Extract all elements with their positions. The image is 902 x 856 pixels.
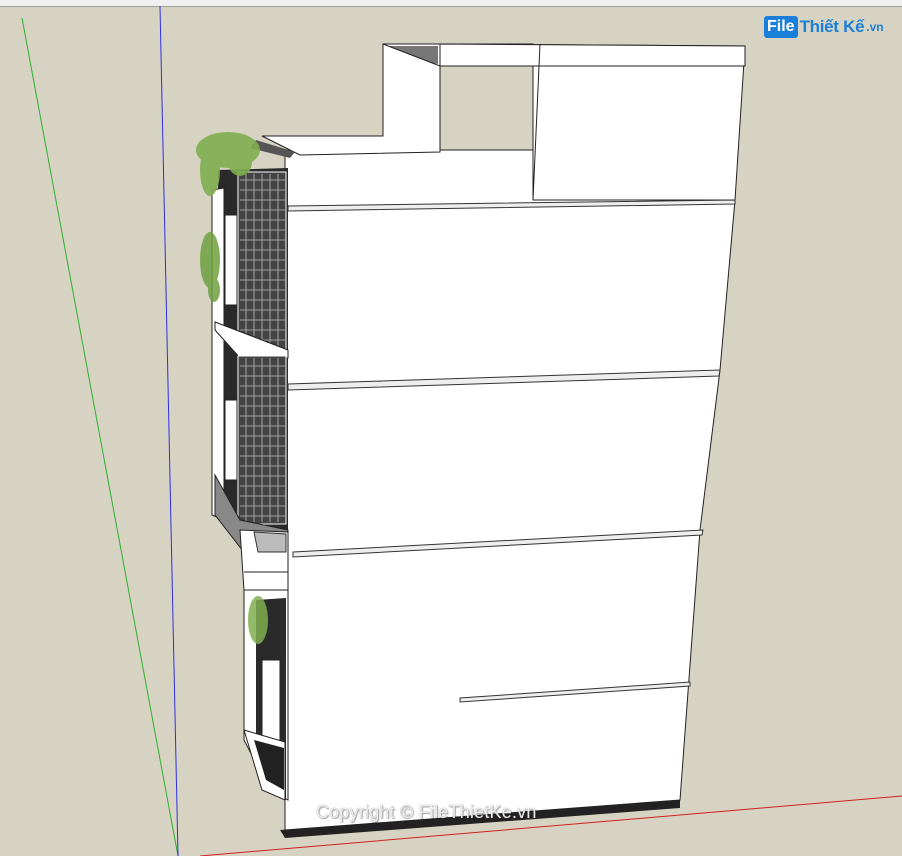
logo-box: File — [764, 16, 798, 38]
logo-text: Thiết Kế — [799, 17, 865, 36]
hanging-plants-ground — [248, 596, 268, 644]
copyright-watermark: Copyright © FileThietKe.vn — [316, 802, 537, 822]
green-axis — [21, 17, 179, 856]
sketchup-viewport[interactable]: File Thiết Kế .vn Copyright © FileThietK… — [0, 0, 902, 856]
blue-axis — [159, 5, 179, 856]
facade-side-wall — [284, 149, 736, 831]
window-upper — [224, 214, 238, 306]
logo-icon: File Thiết Kế .vn — [764, 14, 884, 40]
lower-roof — [261, 43, 441, 156]
3d-model-scene[interactable] — [0, 0, 902, 856]
window-lower — [224, 399, 238, 481]
logo-suffix: .vn — [866, 20, 884, 34]
hanging-plants-left — [200, 232, 220, 302]
balcony-inner — [253, 531, 287, 553]
